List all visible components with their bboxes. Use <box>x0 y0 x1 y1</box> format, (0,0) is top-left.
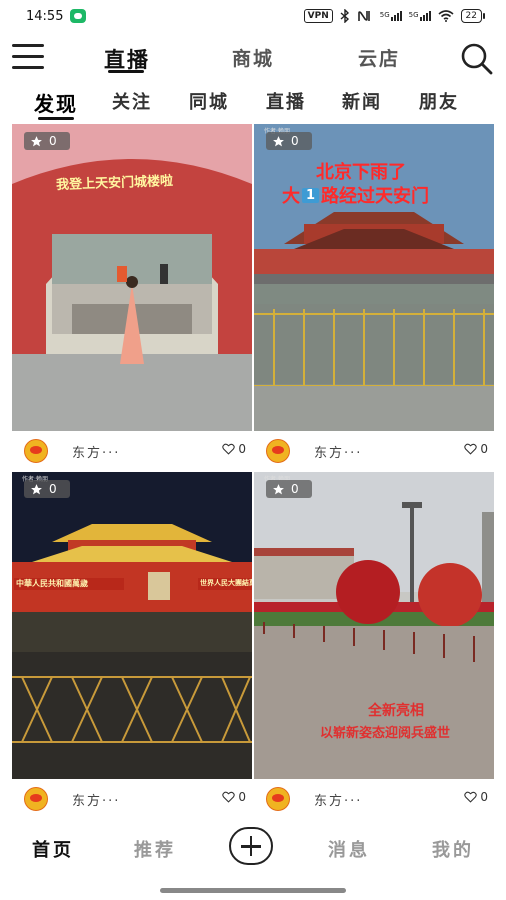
banner-left: 中華人民共和國萬歲 <box>16 579 88 588</box>
cat-tab-discover[interactable]: 发现 <box>34 88 78 117</box>
thumbnail-image <box>12 124 252 431</box>
video-caption-line2: 大 1 路经过天安门 <box>282 186 430 207</box>
battery-icon: 22 <box>460 9 486 23</box>
menu-button[interactable] <box>12 44 44 70</box>
like-count[interactable]: 0 <box>464 790 488 804</box>
video-caption-line1: 北京下雨了 <box>316 162 406 183</box>
star-icon <box>31 135 42 146</box>
bottom-nav: 首页 推荐 消息 我的 <box>0 824 506 870</box>
cat-tab-friends[interactable]: 朋友 <box>419 88 459 114</box>
search-icon <box>461 43 493 75</box>
status-icons: VPN 5G 5G 22 <box>303 9 486 23</box>
top-tab-cloud-store[interactable]: 云店 <box>358 44 400 71</box>
author-name[interactable]: 东方··· <box>72 442 120 461</box>
heart-icon <box>222 791 236 803</box>
author-name[interactable]: 东方··· <box>314 790 362 809</box>
author-name[interactable]: 东方··· <box>314 442 362 461</box>
chat-app-icon <box>70 9 86 23</box>
cat-tab-local[interactable]: 同城 <box>189 88 229 114</box>
heart-icon <box>464 791 478 803</box>
video-caption-line2: 以崭新姿态迎阅兵盛世 <box>320 726 451 741</box>
video-thumbnail[interactable]: 作者:赖朋 北京下雨了 大 1 路经过天安门 0 <box>254 124 494 431</box>
bottom-tab-home[interactable]: 首页 <box>32 836 74 862</box>
top-nav: 直播 商城 云店 <box>0 36 506 80</box>
top-tab-mall[interactable]: 商城 <box>232 44 274 71</box>
video-caption-line1: 全新亮相 <box>368 703 424 719</box>
banner-right: 世界人民大團結萬歲 <box>200 579 252 587</box>
video-thumbnail[interactable]: 我登上天安门城楼啦 0 <box>12 124 252 431</box>
bottom-tab-recommend[interactable]: 推荐 <box>134 836 176 862</box>
nfc-icon <box>357 11 370 21</box>
star-icon <box>273 483 284 494</box>
video-caption: 我登上天安门城楼啦 <box>55 173 174 194</box>
bluetooth-icon <box>340 9 349 23</box>
cat-tab-live[interactable]: 直播 <box>266 88 306 114</box>
cat-tab-news[interactable]: 新闻 <box>342 88 382 114</box>
avatar[interactable] <box>24 439 48 463</box>
video-thumbnail[interactable]: 中華人民共和國萬歲 世界人民大團結萬歲 作者:赖朋 0 <box>12 472 252 779</box>
status-time: 14:55 <box>26 9 64 24</box>
avatar[interactable] <box>266 787 290 811</box>
heart-icon <box>222 443 236 455</box>
card-meta: 东方··· 0 <box>254 437 494 463</box>
star-badge: 0 <box>24 132 70 150</box>
card-meta: 东方··· 0 <box>12 437 252 463</box>
star-badge: 0 <box>266 480 312 498</box>
thumbnail-image <box>12 472 252 779</box>
top-tab-indicator <box>108 70 144 73</box>
bottom-tab-me[interactable]: 我的 <box>432 836 474 862</box>
card-meta: 东方··· 0 <box>254 785 494 811</box>
card-meta: 东方··· 0 <box>12 785 252 811</box>
search-button[interactable] <box>460 42 494 76</box>
heart-icon <box>464 443 478 455</box>
author-name[interactable]: 东方··· <box>72 790 120 809</box>
add-post-button[interactable] <box>229 827 273 865</box>
signal-icon-2: 5G <box>409 11 431 21</box>
wifi-icon <box>438 10 454 22</box>
category-tabs: 发现 关注 同城 直播 新闻 朋友 <box>0 88 506 124</box>
star-badge: 0 <box>266 132 312 150</box>
signal-icon-1: 5G <box>380 11 402 21</box>
star-icon <box>273 135 284 146</box>
home-indicator[interactable] <box>160 888 346 893</box>
like-count[interactable]: 0 <box>222 442 246 456</box>
star-icon <box>31 483 42 494</box>
like-count[interactable]: 0 <box>222 790 246 804</box>
avatar[interactable] <box>24 787 48 811</box>
like-count[interactable]: 0 <box>464 442 488 456</box>
cat-tab-indicator <box>38 117 74 120</box>
bottom-tab-messages[interactable]: 消息 <box>328 836 370 862</box>
video-thumbnail[interactable]: 作者:赖朋 全新亮相 以崭新姿态迎阅兵盛世 0 <box>254 472 494 779</box>
avatar[interactable] <box>266 439 290 463</box>
star-badge: 0 <box>24 480 70 498</box>
vpn-icon: VPN <box>303 9 333 23</box>
cat-tab-follow[interactable]: 关注 <box>112 88 152 114</box>
status-bar: 14:55 VPN 5G 5G 22 <box>0 0 506 34</box>
